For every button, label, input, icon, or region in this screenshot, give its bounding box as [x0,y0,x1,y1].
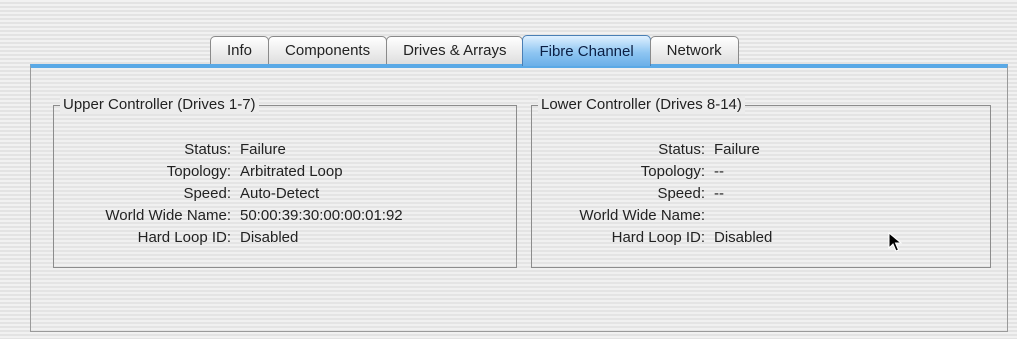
status-label: Status: [658,140,705,158]
status-value: Failure [714,140,760,158]
tab-info[interactable]: Info [210,36,270,64]
upper-controller-title: Upper Controller (Drives 1-7) [60,96,259,114]
upper-controller-info: Status: Failure Topology: Arbitrated Loo… [54,138,516,248]
status-row: Status: Failure [532,138,990,160]
world-wide-name-row: World Wide Name: 50:00:39:30:00:00:01:92 [54,204,516,226]
arrow-cursor-icon [888,232,902,252]
upper-controller-group: Upper Controller (Drives 1-7) Status: Fa… [53,96,517,268]
tab-bar: Info Components Drives & Arrays Fibre Ch… [210,35,739,66]
topology-row: Topology: -- [532,160,990,182]
world-wide-name-value: 50:00:39:30:00:00:01:92 [240,206,403,224]
topology-value: -- [714,162,724,180]
hard-loop-id-value: Disabled [714,228,773,246]
speed-row: Speed: -- [532,182,990,204]
world-wide-name-row: World Wide Name: [532,204,990,226]
status-label: Status: [184,140,231,158]
status-row: Status: Failure [54,138,516,160]
hard-loop-id-label: Hard Loop ID: [611,228,705,246]
hard-loop-id-value: Disabled [240,228,299,246]
lower-controller-group: Lower Controller (Drives 8-14) Status: F… [531,96,991,268]
status-value: Failure [240,140,286,158]
lower-controller-info: Status: Failure Topology: -- Speed: -- W… [532,138,990,248]
topology-label: Topology: [640,162,705,180]
tab-drives-arrays[interactable]: Drives & Arrays [386,36,524,64]
speed-value: -- [714,184,724,202]
tab-content-panel: Upper Controller (Drives 1-7) Status: Fa… [30,64,1008,332]
hard-loop-id-row: Hard Loop ID: Disabled [54,226,516,248]
speed-row: Speed: Auto-Detect [54,182,516,204]
speed-label: Speed: [183,184,231,202]
world-wide-name-label: World Wide Name: [105,206,231,224]
world-wide-name-label: World Wide Name: [579,206,705,224]
topology-label: Topology: [166,162,231,180]
lower-controller-title: Lower Controller (Drives 8-14) [538,96,745,114]
topology-row: Topology: Arbitrated Loop [54,160,516,182]
hard-loop-id-row: Hard Loop ID: Disabled [532,226,990,248]
speed-value: Auto-Detect [240,184,320,202]
tab-components[interactable]: Components [268,36,388,64]
tab-fibre-channel[interactable]: Fibre Channel [522,35,651,66]
topology-value: Arbitrated Loop [240,162,343,180]
hard-loop-id-label: Hard Loop ID: [137,228,231,246]
speed-label: Speed: [657,184,705,202]
tab-network[interactable]: Network [649,36,739,64]
